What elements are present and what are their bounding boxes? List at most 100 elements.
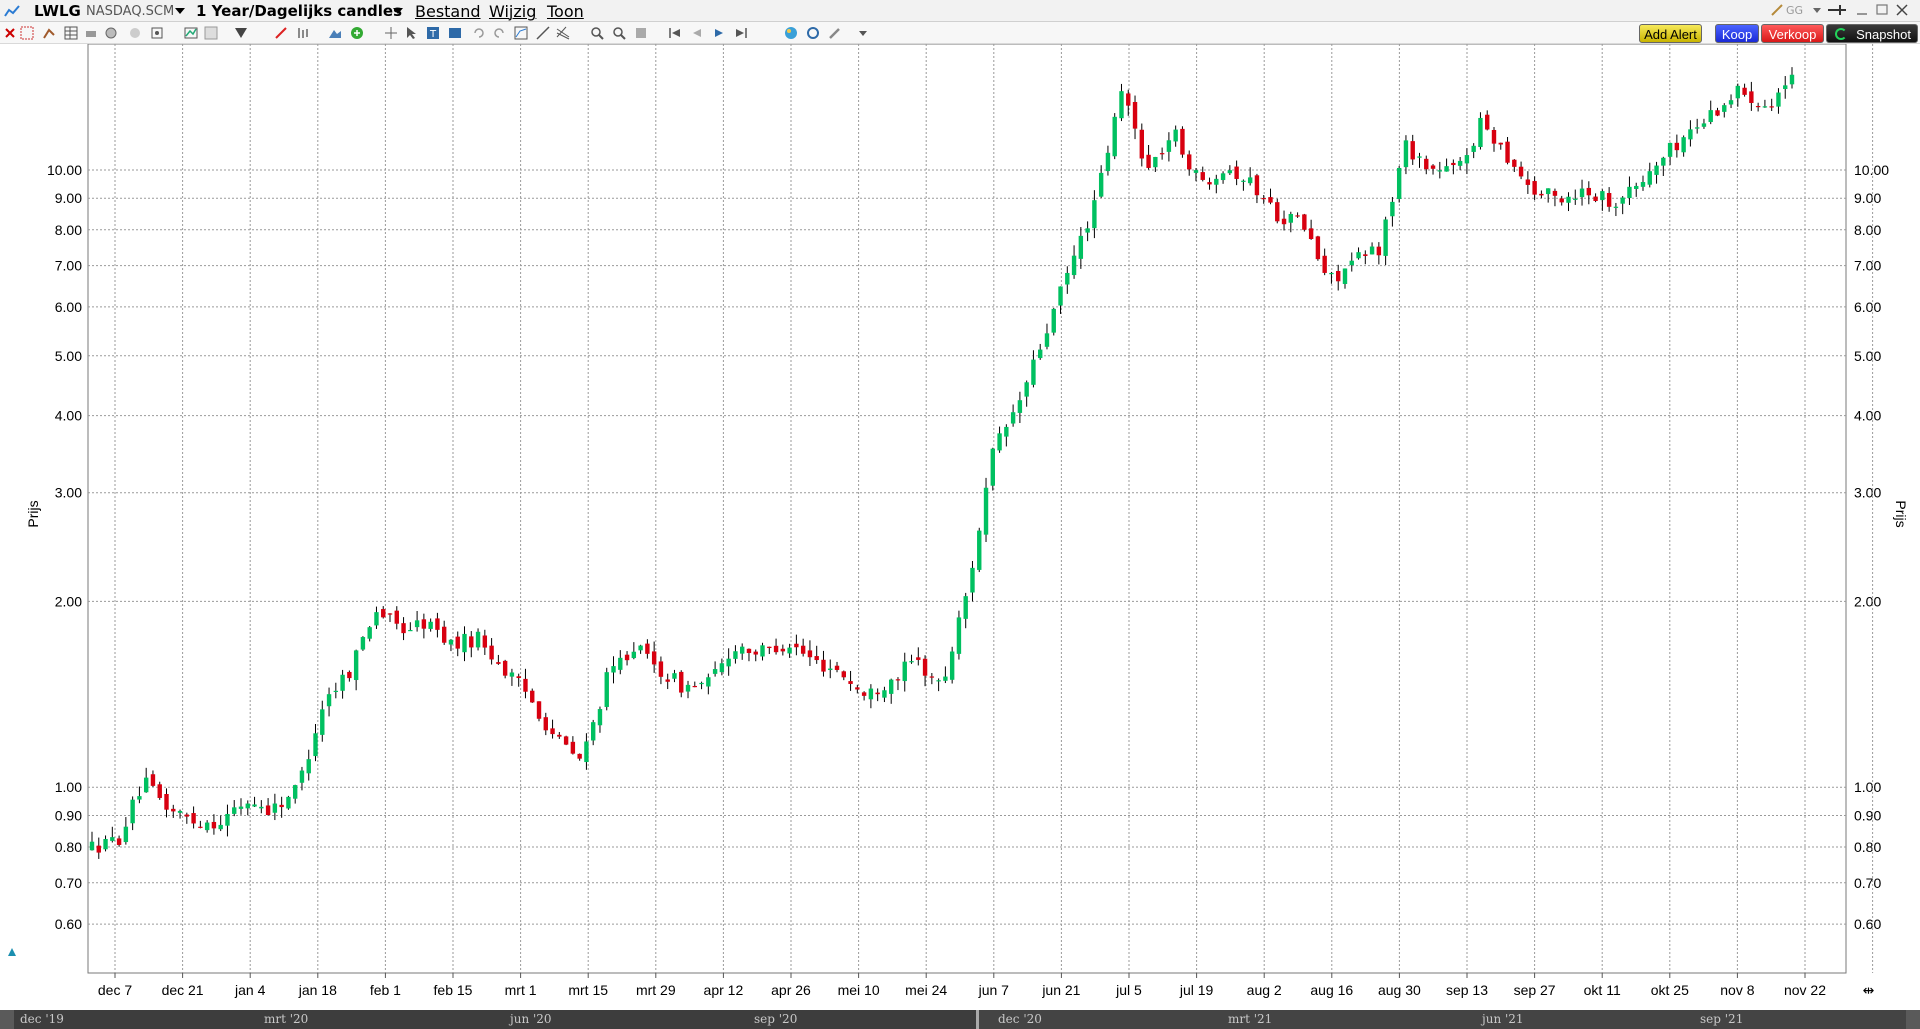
redo-icon[interactable] xyxy=(492,26,506,40)
exchange-label[interactable]: NASDAQ.SCM xyxy=(86,4,174,19)
globe-icon[interactable] xyxy=(784,26,798,40)
candle-body xyxy=(367,627,372,639)
candle-body xyxy=(651,651,657,665)
candle-body xyxy=(807,650,813,658)
annotation-icon[interactable] xyxy=(448,26,462,40)
zoom-out-icon[interactable] xyxy=(612,26,626,40)
chart-canvas[interactable]: 0.60 0.60 0.70 0.70 0.80 0.80 0.90 0.90 1.00 1.00… xyxy=(0,44,1920,1010)
symbol-label[interactable]: LWLG xyxy=(34,2,81,20)
maximize-icon[interactable] xyxy=(1874,3,1890,17)
wrench-icon[interactable] xyxy=(828,26,842,40)
candle-body xyxy=(279,804,284,808)
print-icon[interactable] xyxy=(84,26,98,40)
filter-icon[interactable] xyxy=(234,26,248,40)
overview-date-label: mrt '21 xyxy=(1228,1012,1273,1026)
link-icon[interactable] xyxy=(1770,3,1786,17)
fibonacci-icon[interactable] xyxy=(556,26,570,40)
candle-body xyxy=(387,613,393,615)
candle-body xyxy=(1173,129,1178,142)
svg-text:GG: GG xyxy=(1786,4,1803,17)
layout-icon[interactable] xyxy=(204,26,218,40)
candle-body xyxy=(1573,198,1578,200)
candle-body xyxy=(164,794,169,810)
trendline-icon[interactable] xyxy=(536,26,550,40)
add-circle-icon[interactable] xyxy=(350,26,364,40)
candle-body xyxy=(685,684,691,692)
x-tick-label: sep 27 xyxy=(1514,982,1556,998)
overview-scroll-left[interactable] xyxy=(0,1010,14,1029)
table-icon[interactable] xyxy=(64,26,78,40)
close-chart-icon[interactable] xyxy=(3,26,17,40)
symbol-dropdown-icon[interactable] xyxy=(175,8,185,14)
scroll-end-icon[interactable] xyxy=(734,26,748,40)
add-alert-button[interactable]: Add Alert xyxy=(1639,24,1702,43)
candle-body xyxy=(1017,400,1023,413)
bars-icon[interactable] xyxy=(296,26,310,40)
chevron-down-icon[interactable] xyxy=(1812,3,1822,17)
refresh-icon[interactable] xyxy=(104,26,118,40)
candle-body xyxy=(1532,181,1537,195)
menu-wijzig[interactable]: Wijzig xyxy=(489,2,536,21)
period-selector[interactable]: 1 Year/Dagelijks candles xyxy=(196,2,402,20)
y-tick-label-right: 9.00 xyxy=(1854,190,1881,206)
draw-line-icon[interactable] xyxy=(274,26,288,40)
y-tick-label-right: 0.80 xyxy=(1854,839,1881,855)
snapshot-button[interactable]: Snapshot xyxy=(1826,24,1918,43)
overview-navigator[interactable]: dec '19 mrt '20 jun '20 sep '20 dec '20 mrt '… xyxy=(0,1010,1920,1029)
candle-body xyxy=(1044,333,1050,347)
sell-button[interactable]: Verkoop xyxy=(1761,24,1824,43)
candle-body xyxy=(360,637,366,650)
candle-body xyxy=(949,651,955,680)
group-icon[interactable]: GG xyxy=(1786,3,1812,17)
menu-toon[interactable]: Toon xyxy=(547,2,584,21)
candle-body xyxy=(299,770,305,783)
candle-body xyxy=(855,687,860,690)
price-chart[interactable]: 0.60 0.60 0.70 0.70 0.80 0.80 0.90 0.90 1.00 1.00… xyxy=(0,44,1920,1010)
pin-icon[interactable] xyxy=(1826,3,1850,17)
candle-body xyxy=(889,679,894,694)
candle-body xyxy=(1424,158,1429,170)
fit-icon[interactable] xyxy=(634,26,648,40)
minimize-icon[interactable] xyxy=(1854,3,1870,17)
scroll-right-icon[interactable] xyxy=(712,26,726,40)
settings-icon[interactable] xyxy=(150,26,164,40)
menu-bestand[interactable]: Bestand xyxy=(415,2,481,21)
overview-scroll-right[interactable] xyxy=(1906,1010,1920,1029)
mountain-icon[interactable] xyxy=(328,26,342,40)
candle-body xyxy=(1315,236,1321,260)
candle-body xyxy=(706,677,711,687)
x-tick-label: apr 26 xyxy=(771,982,811,998)
period-dropdown-icon[interactable] xyxy=(393,8,403,14)
scale-settings-icon[interactable] xyxy=(6,946,18,958)
chart-app-icon[interactable] xyxy=(4,4,20,18)
plus-cursor-icon[interactable] xyxy=(384,26,398,40)
candle-body xyxy=(1783,85,1788,90)
overview-selection[interactable] xyxy=(976,1010,1906,1029)
text-tool-icon[interactable]: T xyxy=(426,26,440,40)
x-tick-label: mei 24 xyxy=(905,982,947,998)
indicators-icon[interactable] xyxy=(184,26,198,40)
scroll-start-icon[interactable] xyxy=(668,26,682,40)
toolbar-more-icon[interactable] xyxy=(856,26,870,40)
candle-body xyxy=(1356,252,1361,259)
candle-body xyxy=(177,810,183,813)
zoom-in-icon[interactable] xyxy=(590,26,604,40)
bar-style-icon[interactable] xyxy=(42,26,56,40)
undo-icon[interactable] xyxy=(472,26,486,40)
x-tick-label: jun 7 xyxy=(978,982,1010,998)
scroll-left-icon[interactable] xyxy=(690,26,704,40)
crosshair-icon[interactable] xyxy=(20,26,34,40)
circle-icon[interactable] xyxy=(128,26,142,40)
x-tick-label: jun 21 xyxy=(1041,982,1080,998)
candle-body xyxy=(1085,228,1090,233)
pointer-icon[interactable] xyxy=(404,26,418,40)
y-tick-label-left: 7.00 xyxy=(55,258,82,274)
candle-body xyxy=(1444,166,1449,172)
close-icon[interactable] xyxy=(1894,3,1910,17)
buy-button[interactable]: Koop xyxy=(1715,24,1759,43)
candle-body xyxy=(340,674,345,691)
sync-icon[interactable] xyxy=(806,26,820,40)
y-tick-label-left: 0.80 xyxy=(55,839,82,855)
y-tick-label-right: 10.00 xyxy=(1854,162,1889,178)
chart-type-icon[interactable] xyxy=(514,26,528,40)
